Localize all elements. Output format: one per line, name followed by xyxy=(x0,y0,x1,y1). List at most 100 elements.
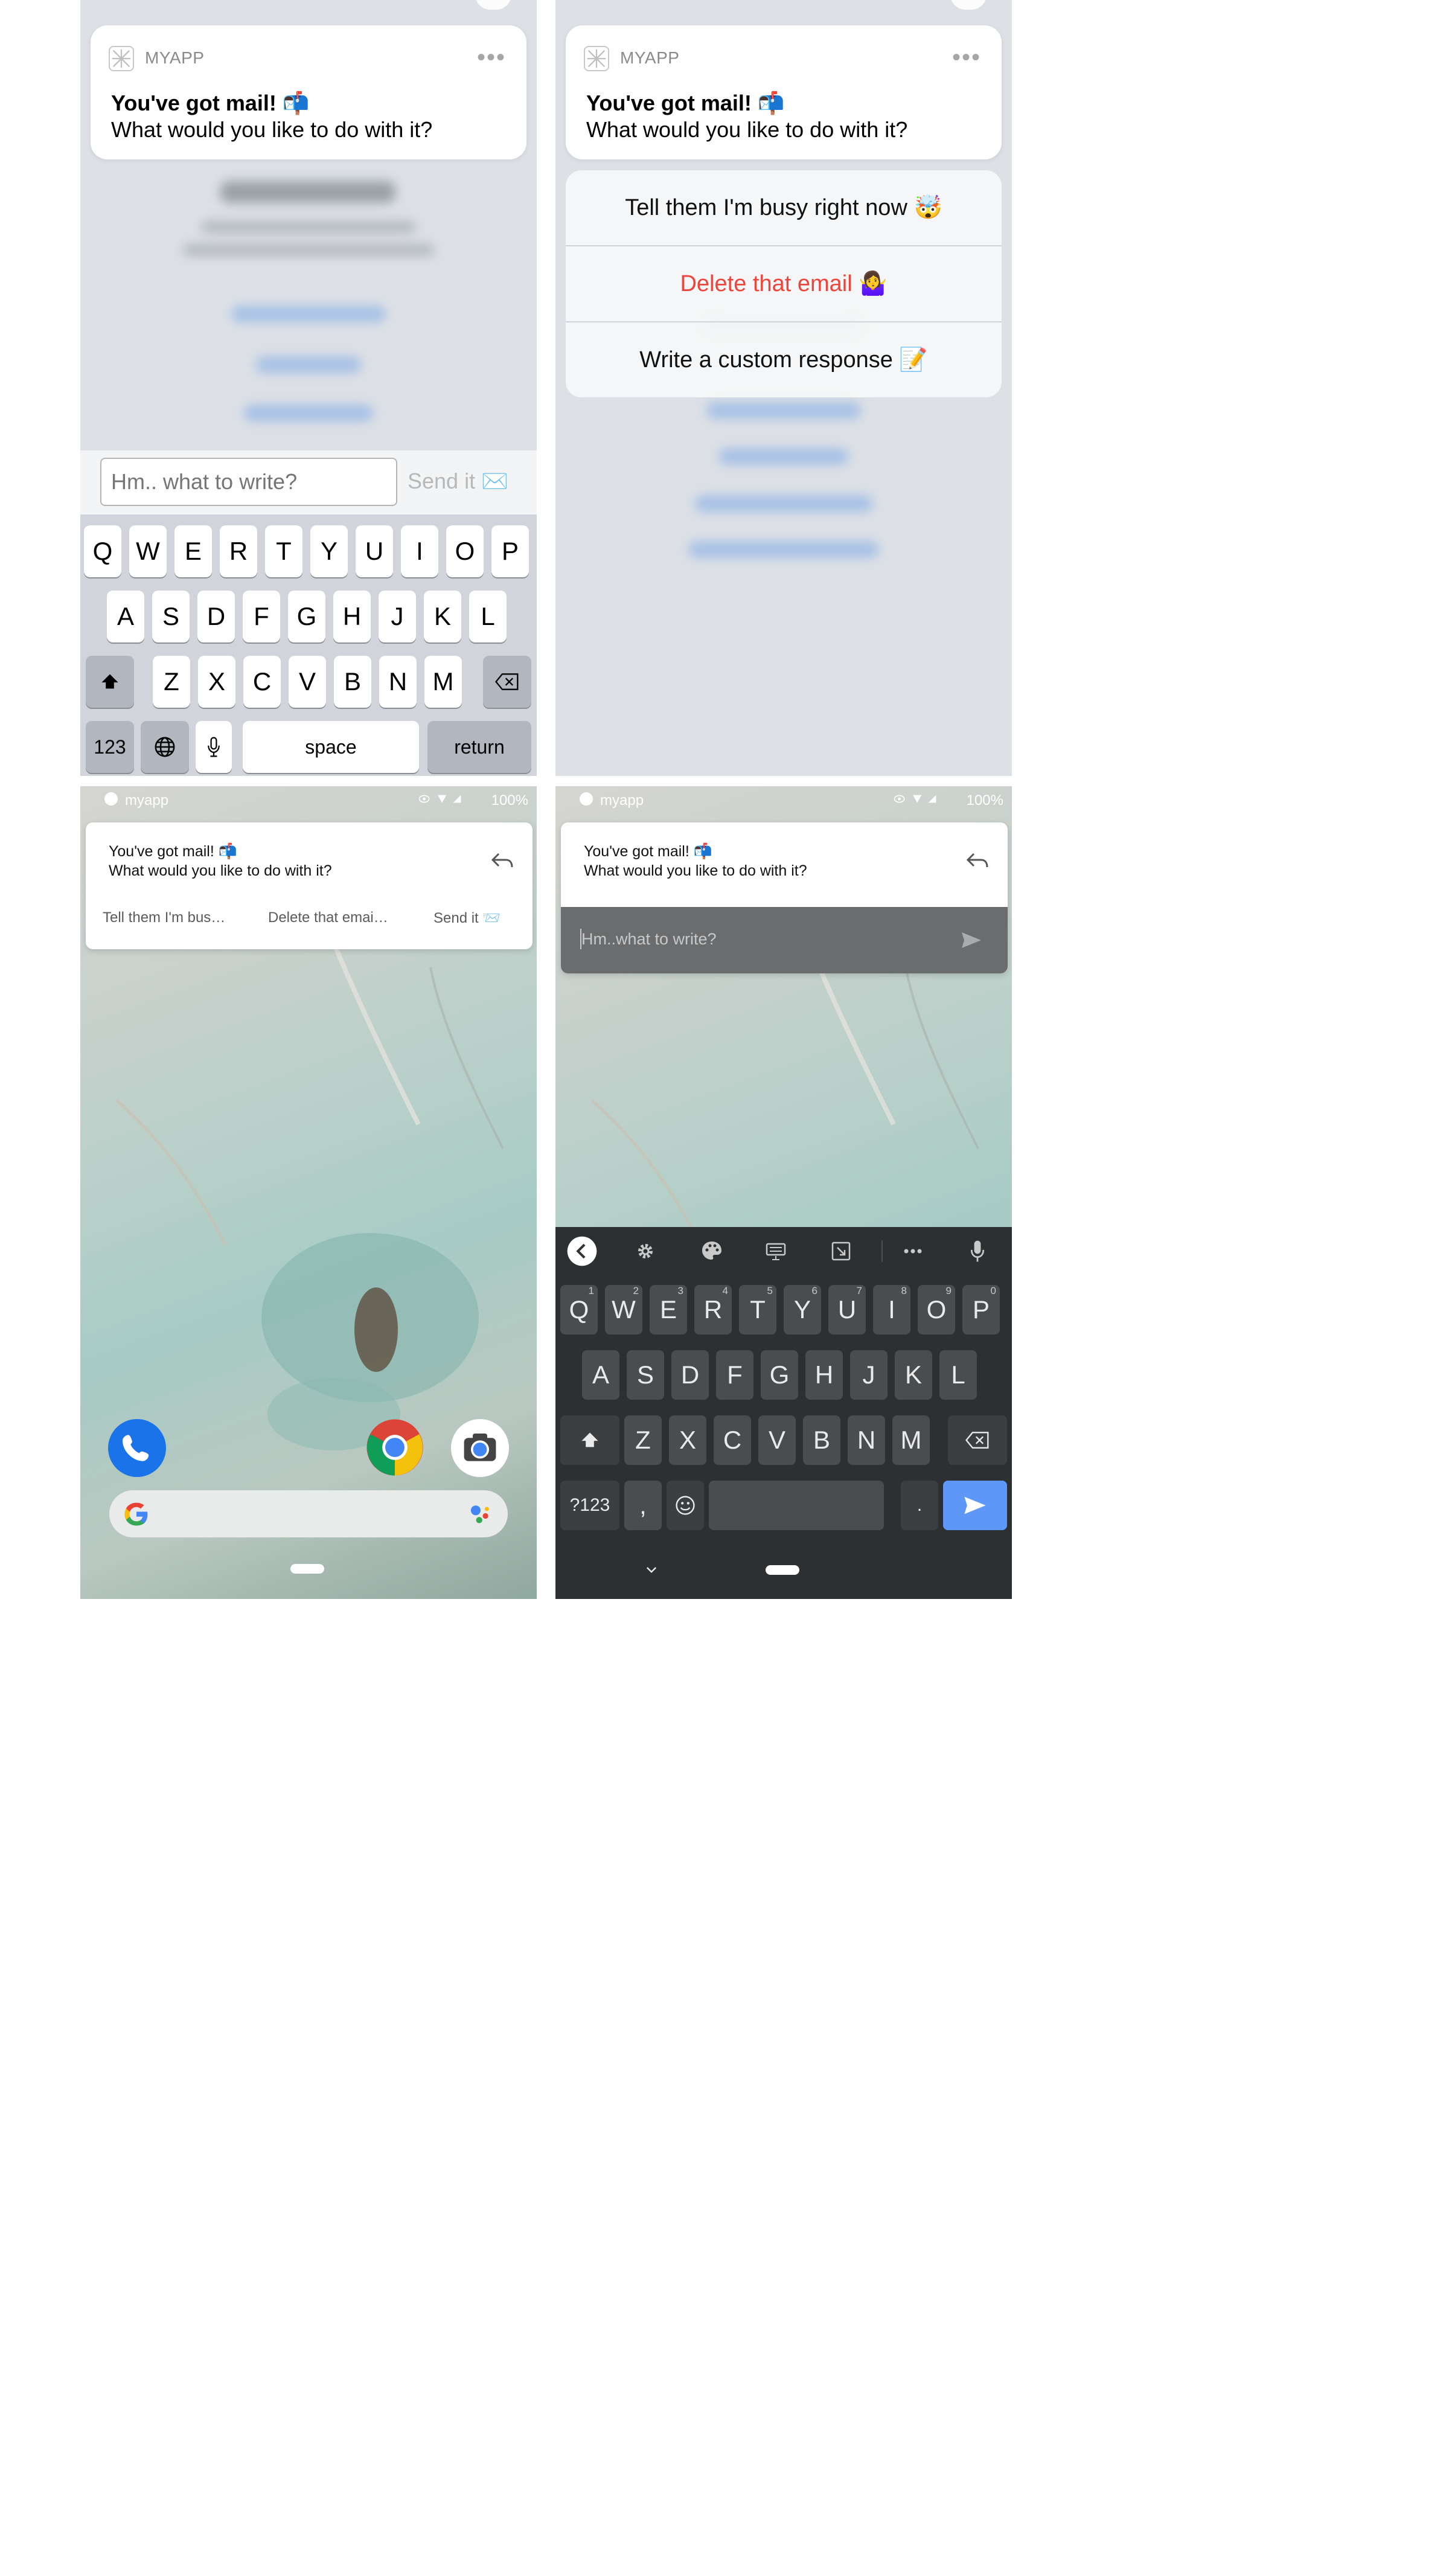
key-b[interactable]: B xyxy=(803,1415,840,1465)
key-q[interactable]: Q1 xyxy=(560,1285,598,1334)
delete-key[interactable] xyxy=(483,656,531,708)
settings-button[interactable] xyxy=(630,1237,661,1266)
key-g[interactable]: G xyxy=(761,1350,798,1400)
key-v[interactable]: V xyxy=(758,1415,796,1465)
key-a[interactable]: A xyxy=(107,591,144,642)
key-a[interactable]: A xyxy=(582,1350,619,1400)
close-button[interactable] xyxy=(950,0,987,10)
key-p[interactable]: P xyxy=(491,525,529,577)
action-delete[interactable]: Delete that email 🤷‍♀️ xyxy=(566,246,1002,321)
key-l[interactable]: L xyxy=(469,591,507,642)
key-t[interactable]: T5 xyxy=(739,1285,776,1334)
reply-icon[interactable] xyxy=(490,850,514,871)
key-p[interactable]: P0 xyxy=(962,1285,1000,1334)
return-key[interactable]: return xyxy=(427,721,531,773)
space-key[interactable]: space xyxy=(243,721,419,773)
key-y[interactable]: Y6 xyxy=(784,1285,821,1334)
key-o[interactable]: O9 xyxy=(918,1285,955,1334)
key-u[interactable]: U7 xyxy=(828,1285,866,1334)
emoji-key[interactable] xyxy=(667,1481,704,1530)
reply-input[interactable] xyxy=(100,458,397,506)
google-search-bar[interactable] xyxy=(109,1490,508,1537)
key-v[interactable]: V xyxy=(289,656,326,708)
collapse-toolbar-button[interactable] xyxy=(565,1236,599,1266)
action-custom-response[interactable]: Write a custom response 📝 xyxy=(566,322,1002,397)
key-s[interactable]: S xyxy=(152,591,190,642)
shift-key[interactable] xyxy=(560,1415,619,1465)
key-s[interactable]: S xyxy=(627,1350,664,1400)
home-indicator[interactable] xyxy=(290,1564,324,1574)
key-l[interactable]: L xyxy=(939,1350,977,1400)
dictation-key[interactable] xyxy=(196,721,232,773)
key-j[interactable]: J xyxy=(850,1350,888,1400)
send-button[interactable]: Send it ✉️ xyxy=(408,469,508,494)
key-j[interactable]: J xyxy=(379,591,416,642)
key-d[interactable]: D xyxy=(671,1350,709,1400)
key-r[interactable]: R xyxy=(220,525,257,577)
key-m[interactable]: M xyxy=(424,656,462,708)
action-delete[interactable]: Delete that emai… xyxy=(268,909,388,926)
key-b[interactable]: B xyxy=(334,656,371,708)
enter-send-key[interactable] xyxy=(943,1481,1007,1530)
camera-app-icon[interactable] xyxy=(451,1419,509,1477)
send-icon[interactable] xyxy=(959,930,984,950)
more-options-icon[interactable]: ••• xyxy=(952,45,981,69)
comma-key[interactable]: , xyxy=(624,1481,662,1530)
key-i[interactable]: I8 xyxy=(873,1285,910,1334)
reply-icon[interactable] xyxy=(965,850,990,871)
shift-key[interactable] xyxy=(86,656,134,708)
key-x[interactable]: X xyxy=(198,656,235,708)
key-e[interactable]: E xyxy=(174,525,212,577)
key-w[interactable]: W2 xyxy=(605,1285,642,1334)
resize-button[interactable] xyxy=(826,1237,856,1266)
space-key[interactable] xyxy=(709,1481,884,1530)
hide-keyboard-button[interactable] xyxy=(636,1556,667,1584)
key-c[interactable]: C xyxy=(243,656,281,708)
more-options-icon[interactable]: ••• xyxy=(477,45,506,69)
keyboard-mode-button[interactable] xyxy=(761,1237,791,1266)
key-x[interactable]: X xyxy=(669,1415,706,1465)
key-r[interactable]: R4 xyxy=(694,1285,732,1334)
inline-reply-field[interactable]: Hm..what to write? xyxy=(561,907,1008,973)
key-n[interactable]: N xyxy=(848,1415,885,1465)
key-d[interactable]: D xyxy=(197,591,235,642)
delete-key[interactable] xyxy=(948,1415,1007,1465)
key-u[interactable]: U xyxy=(356,525,393,577)
key-q[interactable]: Q xyxy=(84,525,121,577)
key-h[interactable]: H xyxy=(805,1350,843,1400)
key-h[interactable]: H xyxy=(333,591,371,642)
action-busy[interactable]: Tell them I'm busy right now 🤯 xyxy=(566,170,1002,245)
key-f[interactable]: F xyxy=(716,1350,753,1400)
ios-notification-card[interactable]: MYAPP ••• You've got mail! 📬 What would … xyxy=(566,25,1002,159)
key-y[interactable]: Y xyxy=(310,525,348,577)
globe-key[interactable] xyxy=(141,721,189,773)
key-t[interactable]: T xyxy=(265,525,302,577)
key-k[interactable]: K xyxy=(424,591,461,642)
action-busy[interactable]: Tell them I'm bus… xyxy=(103,909,225,926)
google-assistant-icon[interactable] xyxy=(467,1500,494,1528)
key-o[interactable]: O xyxy=(446,525,484,577)
home-indicator[interactable] xyxy=(766,1565,799,1575)
key-z[interactable]: Z xyxy=(624,1415,662,1465)
close-button[interactable] xyxy=(475,0,511,10)
key-c[interactable]: C xyxy=(714,1415,751,1465)
key-f[interactable]: F xyxy=(243,591,280,642)
action-send[interactable]: Send it 📨 xyxy=(433,909,501,927)
key-z[interactable]: Z xyxy=(153,656,190,708)
period-key[interactable]: . xyxy=(901,1481,938,1530)
key-g[interactable]: G xyxy=(288,591,325,642)
ios-notification-card[interactable]: MYAPP ••• You've got mail! 📬 What would … xyxy=(91,25,526,159)
symbols-key[interactable]: ?123 xyxy=(560,1481,619,1530)
key-i[interactable]: I xyxy=(401,525,438,577)
theme-button[interactable] xyxy=(697,1237,727,1266)
key-n[interactable]: N xyxy=(379,656,417,708)
key-k[interactable]: K xyxy=(895,1350,932,1400)
android-notification-card[interactable]: You've got mail! 📬 What would you like t… xyxy=(561,822,1008,973)
phone-app-icon[interactable] xyxy=(108,1419,166,1477)
numbers-key[interactable]: 123 xyxy=(86,721,134,773)
key-e[interactable]: E3 xyxy=(650,1285,687,1334)
android-notification-card[interactable]: You've got mail! 📬 What would you like t… xyxy=(86,822,533,949)
voice-input-button[interactable] xyxy=(962,1237,993,1266)
chrome-app-icon[interactable] xyxy=(365,1418,424,1477)
key-m[interactable]: M xyxy=(892,1415,930,1465)
